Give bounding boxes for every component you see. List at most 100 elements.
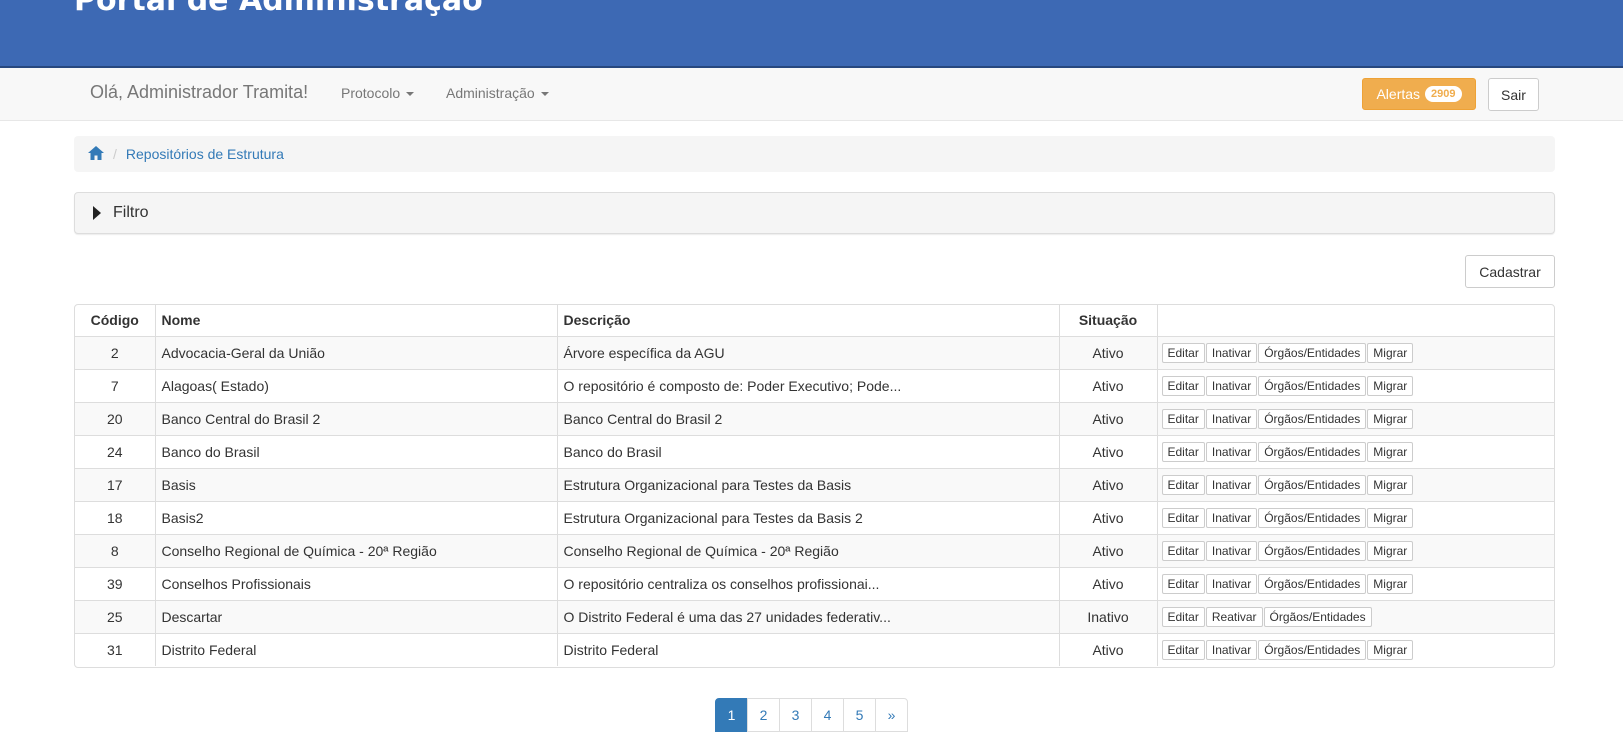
greeting-text: Olá, Administrador Tramita! — [90, 82, 309, 102]
cell-nome: Advocacia-Geral da União — [155, 336, 558, 370]
migrar-button[interactable]: Migrar — [1367, 342, 1414, 363]
pagination-page-3[interactable]: 3 — [779, 698, 812, 732]
orgaos-entidades-button[interactable]: Órgãos/Entidades — [1258, 441, 1367, 462]
cell-descricao: O repositório centraliza os conselhos pr… — [557, 567, 1060, 601]
pagination-next[interactable]: » — [875, 698, 908, 732]
table-row: 17 Basis Estrutura Organizacional para Tes… — [75, 468, 1554, 502]
cell-codigo: 2 — [75, 336, 156, 370]
header-descricao[interactable]: Descrição — [557, 305, 1060, 337]
cell-situacao: Ativo — [1059, 369, 1158, 403]
cell-descricao: Árvore específica da AGU — [557, 336, 1060, 370]
cell-codigo: 25 — [75, 600, 156, 634]
table-row: 25 Descartar O Distrito Federal é uma das … — [75, 600, 1554, 634]
cell-actions: Editar Reativar Órgãos/Entidades — [1157, 600, 1554, 634]
cell-descricao: Estrutura Organizacional para Testes da … — [557, 468, 1060, 502]
editar-button[interactable]: Editar — [1161, 408, 1205, 429]
pagination-page-1[interactable]: 1 — [715, 698, 748, 732]
cell-nome: Banco do Brasil — [155, 435, 558, 469]
cell-nome: Conselho Regional de Química - 20ª Regiã… — [155, 534, 558, 568]
inativar-button[interactable]: Inativar — [1205, 573, 1258, 594]
editar-button[interactable]: Editar — [1161, 573, 1205, 594]
breadcrumb-current[interactable]: Repositórios de Estrutura — [126, 146, 284, 162]
header-nome[interactable]: Nome — [155, 305, 558, 337]
pagination-page-5[interactable]: 5 — [843, 698, 876, 732]
orgaos-entidades-button[interactable]: Órgãos/Entidades — [1263, 606, 1372, 627]
cell-codigo: 20 — [75, 402, 156, 436]
menu-protocolo[interactable]: Protocolo — [341, 85, 415, 101]
pagination-page-4[interactable]: 4 — [811, 698, 844, 732]
cell-actions: Editar Inativar Órgãos/Entidades Migrar — [1157, 336, 1554, 370]
editar-button[interactable]: Editar — [1161, 507, 1205, 528]
inativar-button[interactable]: Inativar — [1205, 540, 1258, 561]
pagination-page-2[interactable]: 2 — [747, 698, 780, 732]
breadcrumb-separator: / — [113, 146, 117, 162]
cell-actions: Editar Inativar Órgãos/Entidades Migrar — [1157, 501, 1554, 535]
cell-descricao: Estrutura Organizacional para Testes da … — [557, 501, 1060, 535]
orgaos-entidades-button[interactable]: Órgãos/Entidades — [1258, 474, 1367, 495]
editar-button[interactable]: Editar — [1161, 375, 1205, 396]
logout-button[interactable]: Sair — [1488, 78, 1539, 111]
migrar-button[interactable]: Migrar — [1367, 375, 1414, 396]
editar-button[interactable]: Editar — [1161, 441, 1205, 462]
cell-descricao: Banco do Brasil — [557, 435, 1060, 469]
caret-down-icon — [540, 92, 549, 97]
cell-actions: Editar Inativar Órgãos/Entidades Migrar — [1157, 402, 1554, 436]
inativar-button[interactable]: Inativar — [1205, 375, 1258, 396]
inativar-button[interactable]: Inativar — [1205, 342, 1258, 363]
reativar-button[interactable]: Reativar — [1205, 606, 1263, 627]
filter-panel[interactable]: Filtro — [74, 192, 1555, 234]
cell-actions: Editar Inativar Órgãos/Entidades Migrar — [1157, 468, 1554, 502]
register-button[interactable]: Cadastrar — [1465, 255, 1555, 288]
inativar-button[interactable]: Inativar — [1205, 441, 1258, 462]
home-icon[interactable] — [88, 145, 104, 163]
orgaos-entidades-button[interactable]: Órgãos/Entidades — [1258, 573, 1367, 594]
portal-title: Portal de Administração — [74, 0, 483, 18]
orgaos-entidades-button[interactable]: Órgãos/Entidades — [1258, 507, 1367, 528]
cell-descricao: O Distrito Federal é uma das 27 unidades… — [557, 600, 1060, 634]
orgaos-entidades-button[interactable]: Órgãos/Entidades — [1258, 540, 1367, 561]
editar-button[interactable]: Editar — [1161, 342, 1205, 363]
repositories-table: Código Nome Descrição Situação 2 Advocaci… — [74, 304, 1555, 668]
inativar-button[interactable]: Inativar — [1205, 639, 1258, 660]
table-row: 31 Distrito Federal Distrito Federal Ativo E… — [75, 633, 1554, 666]
editar-button[interactable]: Editar — [1161, 474, 1205, 495]
cell-descricao: Conselho Regional de Química - 20ª Regiã… — [557, 534, 1060, 568]
inativar-button[interactable]: Inativar — [1205, 474, 1258, 495]
orgaos-entidades-button[interactable]: Órgãos/Entidades — [1258, 342, 1367, 363]
cell-actions: Editar Inativar Órgãos/Entidades Migrar — [1157, 435, 1554, 469]
cell-nome: Descartar — [155, 600, 558, 634]
menu-administracao[interactable]: Administração — [446, 85, 549, 101]
migrar-button[interactable]: Migrar — [1367, 441, 1414, 462]
alerts-button[interactable]: Alertas 2909 — [1362, 78, 1476, 110]
inativar-button[interactable]: Inativar — [1205, 507, 1258, 528]
orgaos-entidades-button[interactable]: Órgãos/Entidades — [1258, 408, 1367, 429]
migrar-button[interactable]: Migrar — [1367, 540, 1414, 561]
editar-button[interactable]: Editar — [1161, 639, 1205, 660]
migrar-button[interactable]: Migrar — [1367, 507, 1414, 528]
header-situacao[interactable]: Situação — [1059, 305, 1158, 337]
migrar-button[interactable]: Migrar — [1367, 474, 1414, 495]
cell-nome: Basis — [155, 468, 558, 502]
cell-nome: Conselhos Profissionais — [155, 567, 558, 601]
migrar-button[interactable]: Migrar — [1367, 408, 1414, 429]
cell-descricao: O repositório é composto de: Poder Execu… — [557, 369, 1060, 403]
migrar-button[interactable]: Migrar — [1367, 573, 1414, 594]
editar-button[interactable]: Editar — [1161, 606, 1205, 627]
cell-actions: Editar Inativar Órgãos/Entidades Migrar — [1157, 633, 1554, 666]
cell-codigo: 31 — [75, 633, 156, 666]
cell-situacao: Ativo — [1059, 534, 1158, 568]
alerts-label: Alertas — [1376, 86, 1421, 102]
cell-actions: Editar Inativar Órgãos/Entidades Migrar — [1157, 534, 1554, 568]
cell-situacao: Inativo — [1059, 600, 1158, 634]
table-row: 8 Conselho Regional de Química - 20ª Regi… — [75, 534, 1554, 568]
cell-nome: Banco Central do Brasil 2 — [155, 402, 558, 436]
orgaos-entidades-button[interactable]: Órgãos/Entidades — [1258, 639, 1367, 660]
cell-actions: Editar Inativar Órgãos/Entidades Migrar — [1157, 369, 1554, 403]
orgaos-entidades-button[interactable]: Órgãos/Entidades — [1258, 375, 1367, 396]
header-codigo[interactable]: Código — [75, 305, 156, 337]
editar-button[interactable]: Editar — [1161, 540, 1205, 561]
cell-situacao: Ativo — [1059, 402, 1158, 436]
cell-situacao: Ativo — [1059, 501, 1158, 535]
inativar-button[interactable]: Inativar — [1205, 408, 1258, 429]
migrar-button[interactable]: Migrar — [1367, 639, 1414, 660]
